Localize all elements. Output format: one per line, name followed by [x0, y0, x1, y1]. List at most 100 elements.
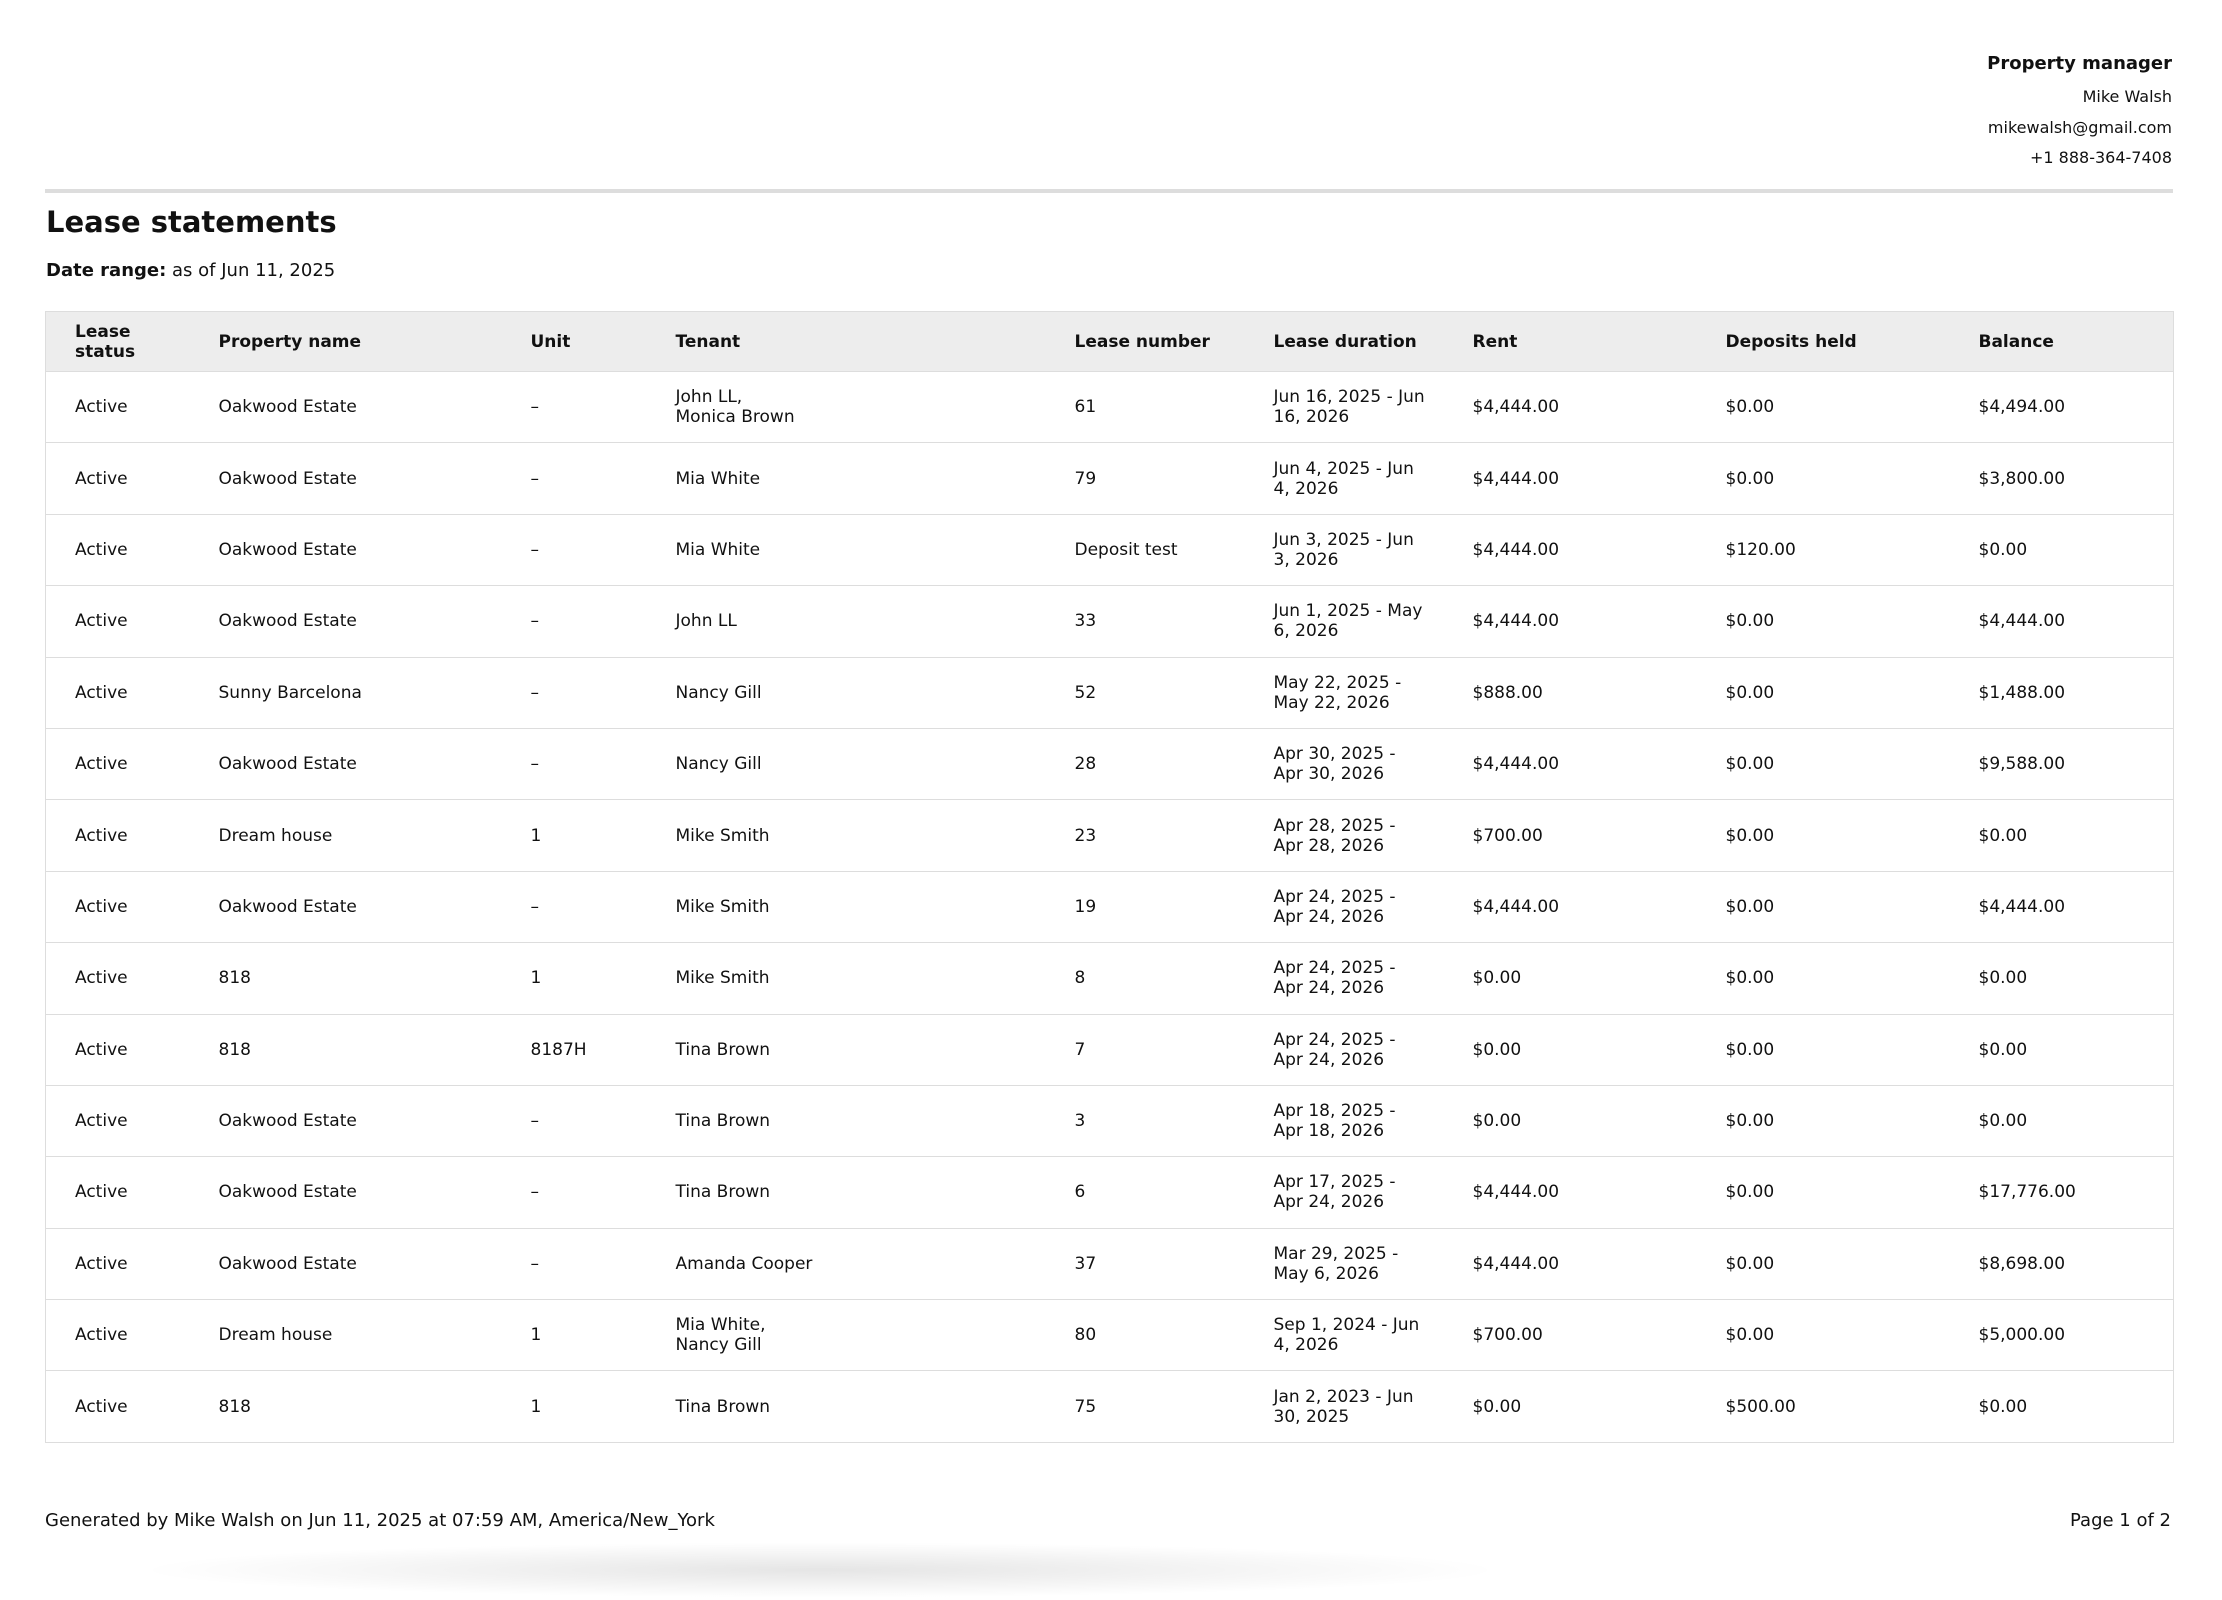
- tenant-name: Nancy Gill: [675, 682, 762, 703]
- property-name-cell: Oakwood Estate: [189, 514, 502, 587]
- deposits-held-cell: $120.00: [1696, 514, 1950, 587]
- tenant-cell: John LL, Monica Brown: [646, 371, 1046, 444]
- deposits-held-cell: $0.00: [1696, 585, 1950, 658]
- property-name-cell: Oakwood Estate: [189, 1156, 502, 1229]
- tenant-cell: Mia White: [646, 514, 1046, 587]
- tenant-cell: Nancy Gill: [646, 657, 1046, 729]
- rent-cell: $4,444.00: [1443, 585, 1697, 658]
- lease-duration-cell: Sep 1, 2024 - Jun 4, 2026: [1244, 1299, 1444, 1372]
- lease-duration-cell: Jan 2, 2023 - Jun 30, 2025: [1244, 1370, 1444, 1443]
- unit-cell: 1: [501, 942, 647, 1015]
- rent-cell: $0.00: [1443, 942, 1697, 1015]
- tenant-name: Mia White,: [675, 1315, 766, 1336]
- balance-cell: $0.00: [1949, 1014, 2174, 1086]
- column-header: Deposits held: [1696, 311, 1950, 372]
- balance-cell: $0.00: [1949, 942, 2174, 1015]
- lease-number-cell: 7: [1045, 1014, 1245, 1086]
- lease-status-cell: Active: [45, 585, 190, 658]
- tenant-name: Mike Smith: [675, 968, 770, 989]
- balance-cell: $4,444.00: [1949, 871, 2174, 944]
- rent-cell: $700.00: [1443, 1299, 1697, 1372]
- lease-duration-cell: Jun 3, 2025 - Jun 3, 2026: [1244, 514, 1444, 587]
- lease-duration-cell: Apr 24, 2025 - Apr 24, 2026: [1244, 942, 1444, 1015]
- lease-number-cell: 28: [1045, 728, 1245, 801]
- lease-status-cell: Active: [45, 442, 190, 515]
- table-row: Active 818 1 Mike Smith 8 Apr 24, 2025 - Apr …: [45, 942, 2174, 1015]
- lease-number-cell: 6: [1045, 1156, 1245, 1229]
- property-name-cell: Oakwood Estate: [189, 371, 502, 444]
- table-row: Active Oakwood Estate – Mike Smith 19 Apr 24,…: [45, 871, 2174, 944]
- unit-cell: –: [501, 371, 647, 444]
- lease-status-cell: Active: [45, 799, 190, 872]
- lease-number-cell: 3: [1045, 1085, 1245, 1158]
- table-row: Active Oakwood Estate – Amanda Cooper 37 Mar …: [45, 1228, 2174, 1301]
- table-header-row: Lease status Property name Unit Tenant L…: [45, 311, 2174, 372]
- tenant-cell: Nancy Gill: [646, 728, 1046, 801]
- balance-cell: $3,800.00: [1949, 442, 2174, 515]
- property-name-cell: 818: [189, 942, 502, 1015]
- lease-status-cell: Active: [45, 1014, 190, 1086]
- deposits-held-cell: $0.00: [1696, 871, 1950, 944]
- tenant-name: Nancy Gill: [675, 1335, 762, 1356]
- deposits-held-cell: $0.00: [1696, 657, 1950, 729]
- rent-cell: $4,444.00: [1443, 442, 1697, 515]
- balance-cell: $0.00: [1949, 799, 2174, 872]
- tenant-name: Amanda Cooper: [675, 1253, 813, 1274]
- date-range: Date range: as of Jun 11, 2025: [46, 259, 335, 283]
- property-name-cell: Sunny Barcelona: [189, 657, 502, 729]
- unit-cell: 1: [501, 1370, 647, 1443]
- tenant-name: Mia White: [675, 468, 761, 489]
- lease-duration-cell: Jun 16, 2025 - Jun 16, 2026: [1244, 371, 1444, 444]
- lease-duration-cell: Apr 30, 2025 - Apr 30, 2026: [1244, 728, 1444, 801]
- tenant-cell: Tina Brown: [646, 1370, 1046, 1443]
- tenant-cell: John LL: [646, 585, 1046, 658]
- rent-cell: $4,444.00: [1443, 514, 1697, 587]
- lease-status-cell: Active: [45, 1156, 190, 1229]
- lease-duration-cell: Jun 4, 2025 - Jun 4, 2026: [1244, 442, 1444, 515]
- date-range-value: as of Jun 11, 2025: [172, 260, 336, 281]
- tenant-name: Monica Brown: [675, 407, 795, 428]
- manager-name: Mike Walsh: [2082, 87, 2172, 106]
- deposits-held-cell: $0.00: [1696, 799, 1950, 872]
- lease-table-body: Active Oakwood Estate – John LL, Monica Brow…: [45, 371, 2174, 1443]
- table-row: Active 818 8187H Tina Brown 7 Apr 24, 2025 - …: [45, 1014, 2174, 1086]
- table-row: Active Oakwood Estate – John LL, Monica Brow…: [45, 371, 2174, 444]
- lease-number-cell: 19: [1045, 871, 1245, 944]
- unit-cell: –: [501, 871, 647, 944]
- column-header: Tenant: [646, 311, 1046, 372]
- balance-cell: $4,494.00: [1949, 371, 2174, 444]
- balance-cell: $9,588.00: [1949, 728, 2174, 801]
- deposits-held-cell: $0.00: [1696, 1156, 1950, 1229]
- lease-status-cell: Active: [45, 728, 190, 801]
- deposits-held-cell: $0.00: [1696, 942, 1950, 1015]
- column-header: Lease status: [45, 311, 190, 372]
- property-name-cell: 818: [189, 1370, 502, 1443]
- page-title: Lease statements: [46, 205, 337, 239]
- table-row: Active Dream house 1 Mike Smith 23 Apr 28, 20…: [45, 799, 2174, 872]
- deposits-held-cell: $0.00: [1696, 1228, 1950, 1301]
- lease-status-cell: Active: [45, 1085, 190, 1158]
- rent-cell: $4,444.00: [1443, 871, 1697, 944]
- lease-status-cell: Active: [45, 514, 190, 587]
- unit-cell: –: [501, 585, 647, 658]
- balance-cell: $0.00: [1949, 514, 2174, 587]
- table-row: Active Oakwood Estate – Nancy Gill 28 Apr 30,…: [45, 728, 2174, 801]
- lease-status-cell: Active: [45, 1228, 190, 1301]
- deposits-held-cell: $0.00: [1696, 442, 1950, 515]
- tenant-name: Mike Smith: [675, 896, 770, 917]
- tenant-name: Mike Smith: [675, 825, 770, 846]
- table-row: Active Oakwood Estate – Tina Brown 6 Apr 17, …: [45, 1156, 2174, 1229]
- property-name-cell: Dream house: [189, 1299, 502, 1372]
- lease-duration-cell: May 22, 2025 - May 22, 2026: [1244, 657, 1444, 729]
- lease-duration-cell: Apr 24, 2025 - Apr 24, 2026: [1244, 1014, 1444, 1086]
- lease-duration-cell: Mar 29, 2025 - May 6, 2026: [1244, 1228, 1444, 1301]
- property-manager-heading: Property manager: [1987, 53, 2172, 74]
- tenant-cell: Mike Smith: [646, 871, 1046, 944]
- property-name-cell: 818: [189, 1014, 502, 1086]
- lease-status-cell: Active: [45, 871, 190, 944]
- balance-cell: $4,444.00: [1949, 585, 2174, 658]
- lease-duration-cell: Apr 18, 2025 - Apr 18, 2026: [1244, 1085, 1444, 1158]
- table-row: Active Oakwood Estate – Mia White Deposit te…: [45, 514, 2174, 587]
- table-row: Active Sunny Barcelona – Nancy Gill 52 May 22…: [45, 657, 2174, 729]
- tenant-name: Tina Brown: [675, 1182, 771, 1203]
